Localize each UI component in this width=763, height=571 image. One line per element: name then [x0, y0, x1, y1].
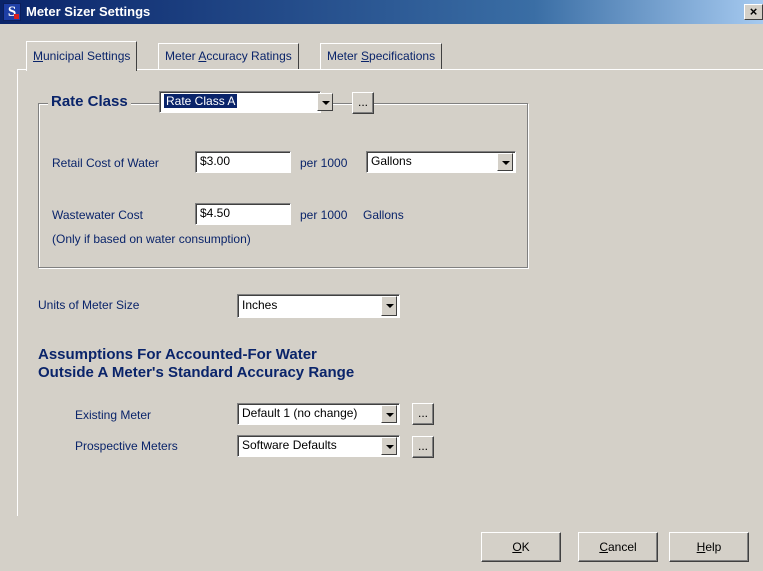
rate-class-ellipsis-button[interactable]: ...: [352, 92, 374, 114]
prospective-meters-select[interactable]: Software Defaults: [237, 435, 400, 457]
wastewater-cost-input[interactable]: $4.50: [195, 203, 291, 225]
ok-label-post: K: [521, 540, 530, 554]
tab-mnemonic: M: [33, 49, 43, 63]
retail-cost-per-label: per 1000: [300, 156, 348, 170]
assumptions-heading-line2: Outside A Meter's Standard Accuracy Rang…: [38, 364, 355, 381]
rate-class-label: Rate Class: [48, 92, 131, 112]
existing-meter-dropdown-button[interactable]: [381, 405, 397, 423]
title-bar[interactable]: S Meter Sizer Settings ×: [0, 0, 763, 24]
cancel-button[interactable]: Cancel: [578, 532, 658, 562]
rate-class-dropdown-button[interactable]: [317, 93, 333, 111]
prospective-meters-dropdown-button[interactable]: [381, 437, 397, 455]
help-button[interactable]: Help: [669, 532, 749, 562]
rate-class-value: Rate Class A: [164, 94, 238, 108]
ok-button[interactable]: OK: [481, 532, 561, 562]
wastewater-unit-label: Gallons: [363, 208, 404, 222]
close-icon: ×: [749, 4, 758, 19]
wastewater-per-label: per 1000: [300, 208, 348, 222]
meter-size-units-dropdown-button[interactable]: [381, 296, 397, 316]
existing-meter-select[interactable]: Default 1 (no change): [237, 403, 400, 425]
tab-mnemonic: S: [361, 49, 370, 63]
existing-meter-ellipsis-button[interactable]: ...: [412, 403, 434, 425]
ok-mnemonic: O: [512, 540, 522, 554]
retail-cost-unit-select[interactable]: Gallons: [366, 151, 516, 173]
tab-municipal-settings[interactable]: Municipal Settings: [26, 41, 138, 71]
assumptions-heading-line1: Assumptions For Accounted-For Water: [38, 346, 317, 363]
tab-label-pre: Meter: [165, 49, 199, 63]
wastewater-label: Wastewater Cost: [52, 208, 143, 222]
meter-size-units-label: Units of Meter Size: [38, 298, 140, 312]
existing-meter-label: Existing Meter: [75, 408, 152, 422]
retail-cost-unit-dropdown-button[interactable]: [497, 153, 513, 171]
tab-label-pre: Meter: [327, 49, 362, 63]
prospective-meters-ellipsis-button[interactable]: ...: [412, 436, 434, 458]
tab-label-post: ccuracy Ratings: [206, 49, 292, 63]
retail-cost-input[interactable]: $3.00: [195, 151, 291, 173]
tab-label-post: pecifications: [369, 49, 436, 63]
meter-size-units-select[interactable]: Inches: [237, 294, 400, 318]
tab-label-post: unicipal Settings: [43, 49, 131, 63]
tab-meter-specifications[interactable]: Meter Specifications: [320, 43, 443, 69]
app-icon: S: [3, 3, 21, 21]
rate-class-select[interactable]: Rate Class A: [159, 91, 321, 113]
retail-cost-label: Retail Cost of Water: [52, 156, 159, 170]
app-icon-letter: S: [7, 4, 17, 20]
window-title: Meter Sizer Settings: [26, 4, 151, 19]
help-label-post: elp: [705, 540, 722, 554]
close-button[interactable]: ×: [744, 4, 763, 20]
prospective-meters-label: Prospective Meters: [75, 439, 178, 453]
wastewater-note: (Only if based on water consumption): [52, 232, 251, 246]
cancel-mnemonic: C: [599, 540, 608, 554]
tab-meter-accuracy-ratings[interactable]: Meter Accuracy Ratings: [158, 43, 299, 69]
cancel-label-post: ancel: [607, 540, 637, 554]
